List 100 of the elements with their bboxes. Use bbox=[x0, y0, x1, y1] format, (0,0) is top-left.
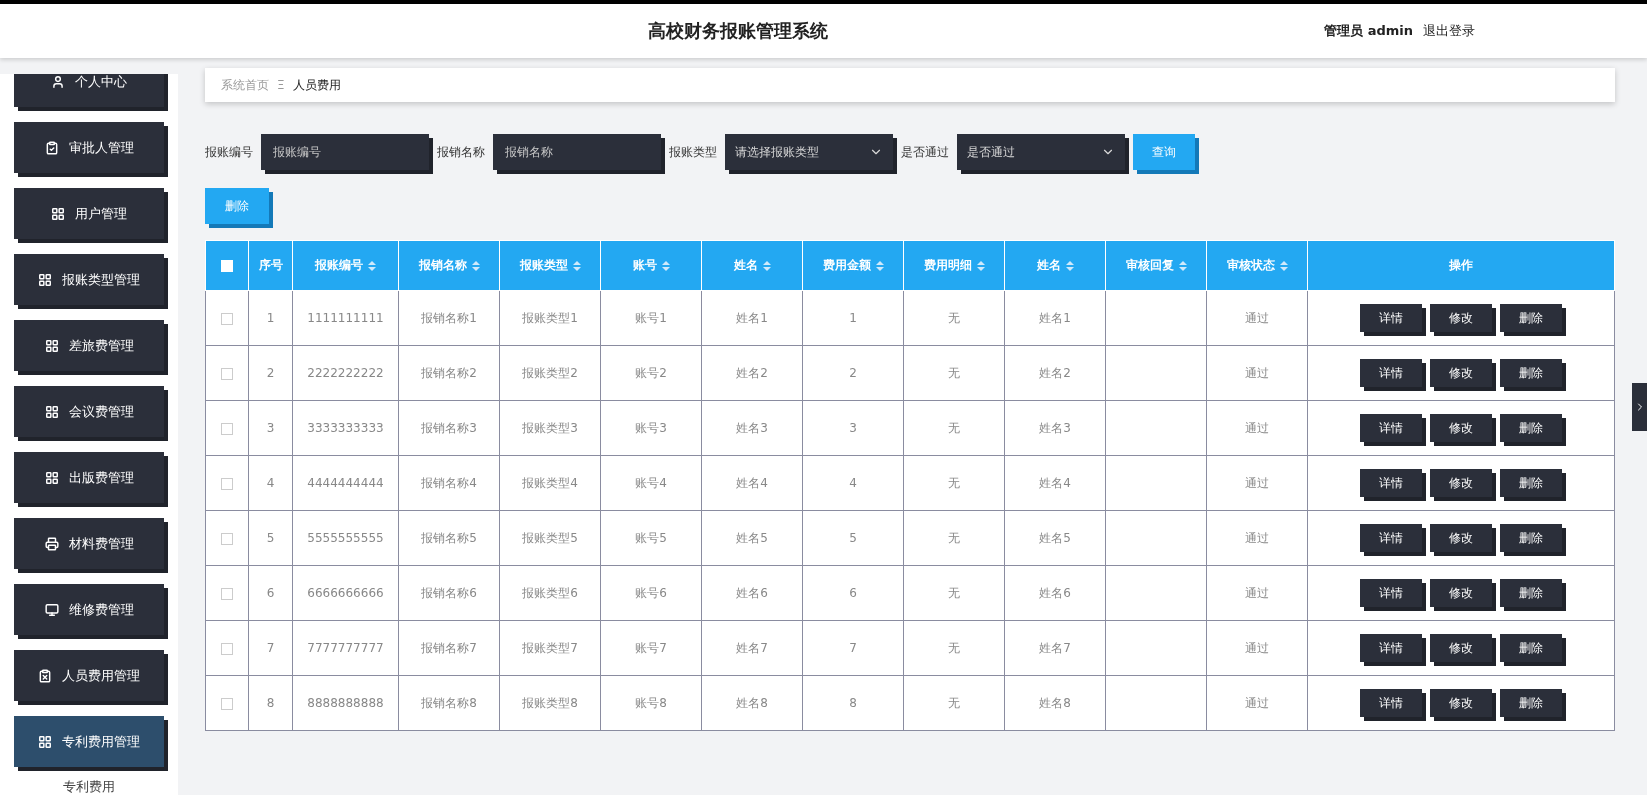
clipboard-check-icon bbox=[44, 140, 59, 155]
table-cell: 1 bbox=[849, 311, 857, 325]
filter-label: 是否通过 bbox=[901, 143, 949, 161]
table-cell: 通过 bbox=[1245, 695, 1269, 710]
clipboard-x-icon bbox=[38, 668, 52, 683]
table-cell: 姓名6 bbox=[736, 585, 768, 600]
table-cell: 6 bbox=[849, 586, 857, 600]
filter-input[interactable]: 报销名称 bbox=[493, 134, 661, 170]
table-cell: 账号8 bbox=[635, 695, 667, 710]
user-name: 管理员 admin bbox=[1324, 22, 1413, 40]
table-cell: 报账类型4 bbox=[522, 475, 578, 490]
table-cell: 5555555555 bbox=[307, 531, 384, 545]
table-cell: 姓名3 bbox=[736, 420, 768, 435]
logout-link[interactable]: 退出登录 bbox=[1423, 22, 1475, 40]
table-cell: 姓名6 bbox=[1039, 585, 1071, 600]
table-cell: 7 bbox=[849, 641, 857, 655]
table-cell: 姓名7 bbox=[1039, 640, 1071, 655]
table-cell: 姓名2 bbox=[1039, 365, 1071, 380]
table-cell: 2 bbox=[849, 366, 857, 380]
submenu-item[interactable]: 专利费用 bbox=[63, 778, 115, 795]
table-cell: 通过 bbox=[1245, 640, 1269, 655]
sort-icon bbox=[572, 260, 581, 271]
table-cell: 通过 bbox=[1245, 420, 1269, 435]
row-checkbox[interactable] bbox=[221, 477, 233, 490]
breadcrumb-current: 人员费用 bbox=[292, 76, 341, 94]
table-cell: 账号5 bbox=[635, 530, 667, 545]
table-cell: 8 bbox=[266, 696, 275, 710]
user-icon bbox=[51, 74, 65, 89]
table-cell: 1111111111 bbox=[307, 311, 384, 325]
table-cell: 3 bbox=[849, 421, 857, 435]
grid-icon bbox=[38, 734, 52, 749]
table-cell: 8 bbox=[849, 696, 857, 710]
table-cell: 5 bbox=[849, 531, 857, 545]
table-cell: 报销名称7 bbox=[421, 640, 477, 655]
sort-icon bbox=[471, 260, 480, 271]
column-header: 操作 bbox=[1307, 240, 1615, 291]
table-cell: 1 bbox=[266, 311, 275, 325]
table-cell: 姓名1 bbox=[1039, 310, 1071, 325]
sort-icon bbox=[368, 260, 376, 271]
table-cell: 姓名4 bbox=[1039, 475, 1071, 490]
row-checkbox[interactable] bbox=[221, 642, 233, 655]
table-cell: 报销名称8 bbox=[421, 695, 477, 710]
grid-icon bbox=[44, 338, 59, 353]
table-cell: 7777777777 bbox=[307, 641, 384, 655]
row-checkbox[interactable] bbox=[221, 312, 233, 325]
filter-label: 报账类型 bbox=[669, 143, 717, 161]
table-cell: 姓名1 bbox=[736, 310, 768, 325]
grid-icon bbox=[51, 206, 65, 221]
table-cell: 无 bbox=[948, 530, 960, 545]
table-cell: 报账类型3 bbox=[522, 420, 578, 435]
table-cell: 无 bbox=[948, 585, 960, 600]
filter-label: 报账编号 bbox=[205, 143, 253, 161]
table-cell: 账号3 bbox=[635, 420, 667, 435]
table-cell: 姓名3 bbox=[1039, 420, 1071, 435]
table-cell: 5 bbox=[266, 531, 275, 545]
sort-icon bbox=[875, 260, 884, 271]
sort-icon bbox=[762, 260, 771, 271]
table-cell: 通过 bbox=[1245, 310, 1269, 325]
table-cell: 账号1 bbox=[635, 310, 667, 325]
select-all-checkbox[interactable] bbox=[221, 260, 233, 272]
table-cell: 报销名称6 bbox=[421, 585, 477, 600]
table-cell: 姓名5 bbox=[736, 530, 768, 545]
row-checkbox[interactable] bbox=[221, 697, 233, 710]
collapse-tab[interactable] bbox=[1632, 383, 1647, 431]
table-cell: 报销名称3 bbox=[421, 420, 477, 435]
table-cell: 6 bbox=[266, 586, 275, 600]
row-checkbox[interactable] bbox=[221, 367, 233, 380]
table-cell: 报销名称4 bbox=[421, 475, 477, 490]
row-checkbox[interactable] bbox=[221, 422, 233, 435]
grid-icon bbox=[38, 272, 52, 287]
table-cell: 报销名称1 bbox=[421, 310, 477, 325]
row-checkbox[interactable] bbox=[221, 587, 233, 600]
table-cell: 姓名5 bbox=[1039, 530, 1071, 545]
table-cell: 4 bbox=[266, 476, 275, 490]
sort-icon bbox=[661, 260, 670, 271]
table-cell: 3 bbox=[266, 421, 275, 435]
row-checkbox[interactable] bbox=[221, 532, 233, 545]
table-cell: 姓名7 bbox=[736, 640, 768, 655]
app-title: 高校财务报账管理系统 bbox=[646, 19, 829, 43]
breadcrumb-separator: Ξ bbox=[277, 78, 285, 92]
grid-icon bbox=[44, 404, 59, 419]
column-header: 序号 bbox=[248, 240, 293, 291]
table-cell: 报账类型7 bbox=[522, 640, 578, 655]
table-cell: 无 bbox=[948, 365, 960, 380]
sort-icon bbox=[1279, 260, 1288, 271]
table-cell: 2 bbox=[266, 366, 275, 380]
table-cell: 姓名4 bbox=[736, 475, 768, 490]
table-cell: 2222222222 bbox=[307, 366, 384, 380]
filter-label: 报销名称 bbox=[437, 143, 485, 161]
table-cell: 4 bbox=[849, 476, 857, 490]
filter-input[interactable]: 报账编号 bbox=[261, 134, 429, 170]
sort-icon bbox=[1178, 260, 1187, 271]
table-cell: 通过 bbox=[1245, 365, 1269, 380]
table-cell: 无 bbox=[948, 695, 960, 710]
table-cell: 账号4 bbox=[635, 475, 667, 490]
table-cell: 报销名称2 bbox=[421, 365, 477, 380]
monitor-icon bbox=[44, 602, 59, 617]
table-cell: 8888888888 bbox=[307, 696, 384, 710]
grid-icon bbox=[44, 470, 59, 485]
table-cell: 7 bbox=[266, 641, 275, 655]
